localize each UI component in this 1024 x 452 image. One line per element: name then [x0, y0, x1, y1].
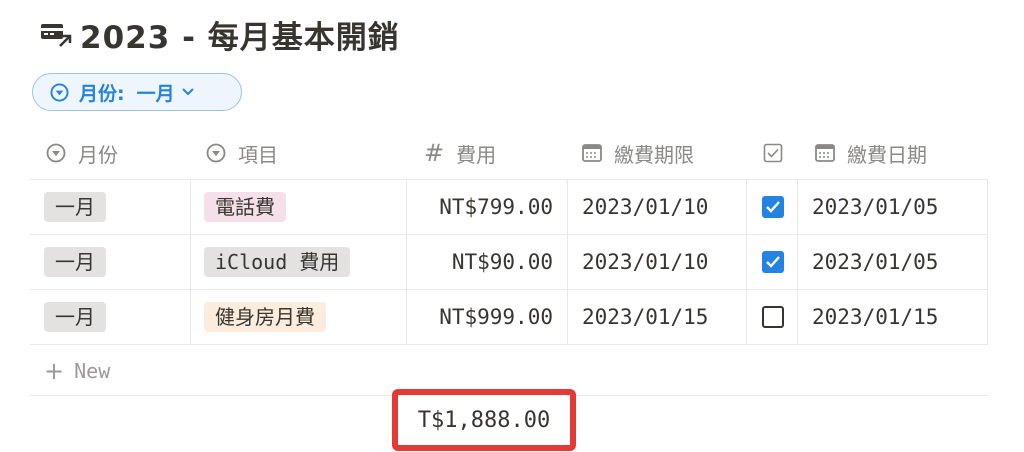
column-header-paid-date[interactable]: 繳費日期 [815, 136, 927, 170]
due-date-cell[interactable]: 2023/01/15 [582, 290, 708, 344]
paid-checkbox[interactable] [762, 196, 784, 218]
filter-value: 一月 [136, 82, 175, 105]
cost-cell[interactable]: NT$90.00 [407, 235, 553, 289]
paid-checkbox-cell[interactable] [762, 180, 784, 234]
month-tag: 一月 [44, 247, 106, 277]
chevron-down-icon [181, 85, 194, 100]
circle-chevron-icon [50, 82, 69, 102]
number-hash-icon: # [424, 139, 445, 167]
month-cell[interactable]: 一月 [44, 235, 106, 289]
item-cell[interactable]: iCloud 費用 [204, 235, 351, 289]
checkmark-icon [766, 256, 780, 268]
month-filter-pill[interactable]: 月份: 一月 [32, 73, 242, 111]
column-header-item[interactable]: 項目 [206, 136, 278, 170]
item-tag: 健身房月費 [204, 302, 326, 332]
paid-checkbox-cell[interactable] [762, 235, 784, 289]
plus-icon: + [44, 357, 65, 385]
item-tag: iCloud 費用 [204, 247, 351, 277]
divider [190, 179, 191, 345]
paid-date-cell[interactable]: 2023/01/05 [812, 235, 938, 289]
item-cell[interactable]: 電話費 [204, 180, 286, 234]
item-cell[interactable]: 健身房月費 [204, 290, 326, 344]
page-header: 2023 - 每月基本開銷 [40, 12, 400, 56]
select-icon [46, 143, 66, 163]
select-icon [206, 143, 226, 163]
paid-date-cell[interactable]: 2023/01/05 [812, 180, 938, 234]
column-header-label: 費用 [456, 142, 497, 167]
item-tag: 電話費 [204, 192, 286, 222]
due-date-value: 2023/01/15 [582, 305, 709, 329]
cost-value: NT$799.00 [439, 195, 553, 219]
column-header-label: 月份 [78, 142, 118, 167]
column-header-label: 繳費期限 [614, 142, 694, 167]
add-row-label: New [74, 359, 111, 383]
divider [797, 179, 798, 345]
cost-value: NT$90.00 [451, 250, 553, 274]
month-tag: 一月 [44, 192, 106, 222]
calendar-icon [815, 144, 835, 162]
column-header-due[interactable]: 繳費期限 [582, 136, 694, 170]
paid-checkbox[interactable] [762, 251, 784, 273]
column-header-month[interactable]: 月份 [46, 136, 118, 170]
month-tag: 一月 [44, 302, 106, 332]
column-header-label: 項目 [238, 142, 278, 167]
card-arrow-icon [41, 24, 72, 47]
page-title: 2023 - 每月基本開銷 [80, 19, 400, 56]
cost-cell[interactable]: NT$799.00 [407, 180, 553, 234]
column-header-label: 繳費日期 [847, 142, 927, 167]
month-cell[interactable]: 一月 [44, 290, 106, 344]
paid-checkbox-cell[interactable] [762, 290, 784, 344]
due-date-cell[interactable]: 2023/01/10 [582, 180, 708, 234]
paid-date-value: 2023/01/05 [812, 195, 939, 219]
paid-date-value: 2023/01/15 [812, 305, 939, 329]
checkmark-icon [766, 201, 780, 213]
checkbox-icon [763, 143, 783, 163]
filter-label: 月份: [79, 82, 125, 105]
calendar-icon [582, 144, 602, 162]
due-date-value: 2023/01/10 [582, 195, 709, 219]
paid-checkbox[interactable] [762, 306, 784, 328]
add-row-button[interactable]: + New [44, 356, 110, 386]
divider [746, 179, 747, 345]
due-date-value: 2023/01/10 [582, 250, 709, 274]
column-header-paid[interactable] [763, 136, 795, 170]
paid-date-cell[interactable]: 2023/01/15 [812, 290, 938, 344]
divider [987, 179, 988, 345]
cost-sum-calculation[interactable]: T$1,888.00 [392, 389, 576, 451]
due-date-cell[interactable]: 2023/01/10 [582, 235, 708, 289]
cost-cell[interactable]: NT$999.00 [407, 290, 553, 344]
sum-value: T$1,888.00 [417, 407, 551, 433]
paid-date-value: 2023/01/05 [812, 250, 939, 274]
divider [567, 179, 568, 345]
cost-value: NT$999.00 [439, 305, 553, 329]
month-cell[interactable]: 一月 [44, 180, 106, 234]
column-header-cost[interactable]: # 費用 [424, 136, 496, 170]
divider [30, 344, 988, 345]
